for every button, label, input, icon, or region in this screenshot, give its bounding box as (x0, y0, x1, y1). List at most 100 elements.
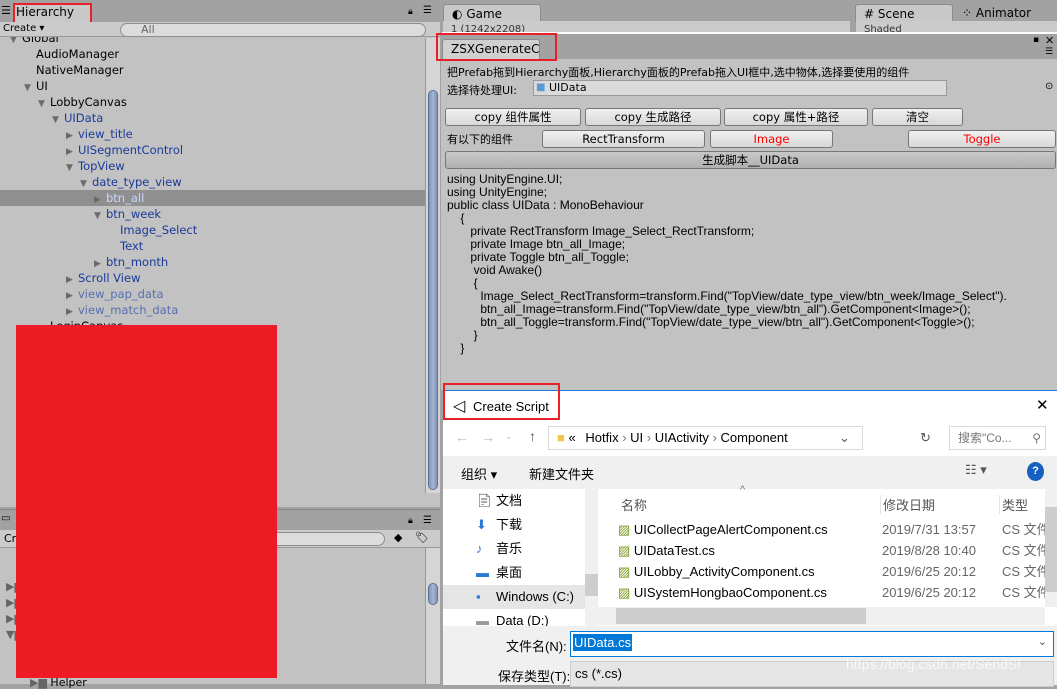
menu-icon[interactable]: ☰ (1045, 47, 1053, 57)
select-ui-label: 选择待处理UI: (447, 84, 518, 97)
project-scrollbar[interactable] (425, 548, 440, 684)
up-icon[interactable]: ↑ (529, 428, 536, 444)
file-row[interactable]: ▨ UIDataTest.cs 2019/8/28 10:40 CS 文件 (618, 540, 1045, 561)
nav-label: Data (D:) (496, 613, 549, 626)
scroll-thumb[interactable] (428, 90, 438, 490)
list-hscroll[interactable] (598, 607, 1045, 625)
hierarchy-item[interactable]: ▼ UI (0, 78, 425, 94)
hierarchy-item[interactable]: ▼ btn_week (0, 206, 425, 222)
filter-type-icon[interactable]: ◆ (394, 531, 402, 544)
scroll-thumb[interactable] (428, 583, 438, 605)
hierarchy-item[interactable]: ▶ view_title (0, 126, 425, 142)
filename-input[interactable]: UIData.cs ⌄ (570, 631, 1054, 657)
hierarchy-item[interactable]: ▼ LobbyCanvas (0, 94, 425, 110)
tag-icon[interactable]: 🏷︎ (415, 531, 429, 544)
hierarchy-item[interactable]: NativeManager (0, 62, 425, 78)
file-date: 2019/6/25 20:12 (882, 585, 976, 600)
forward-icon[interactable]: → (481, 429, 495, 445)
object-field[interactable]: ■ UIData (533, 80, 947, 96)
back-icon[interactable]: ← (455, 429, 469, 445)
nav-icon: ▪ (476, 589, 481, 604)
object-picker-icon[interactable]: ⊙ (1045, 81, 1053, 92)
lock-icon[interactable]: 🔒︎ (408, 516, 413, 526)
hierarchy-item[interactable]: ▶ UISegmentControl (0, 142, 425, 158)
nav-label: Windows (C:) (496, 589, 575, 604)
copy-props-button[interactable]: copy 组件属性 (445, 108, 581, 126)
hierarchy-item[interactable]: ▼ UIData (0, 110, 425, 126)
hierarchy-item[interactable]: ▶ view_match_data (0, 302, 425, 318)
hierarchy-scrollbar[interactable] (425, 38, 440, 493)
close-icon[interactable]: ✕ (1045, 34, 1054, 47)
component-toggle[interactable]: Toggle (908, 130, 1056, 148)
hierarchy-item-label: Text (120, 239, 144, 253)
create-dropdown[interactable]: Cr (4, 532, 16, 545)
list-vscroll[interactable] (1045, 489, 1057, 607)
hierarchy-item[interactable]: Text (0, 238, 425, 254)
hierarchy-item[interactable]: ▶ btn_month (0, 254, 425, 270)
close-icon[interactable]: ✕ (1036, 396, 1049, 414)
view-options-icon[interactable]: ☷ ▾ (965, 462, 987, 478)
project-search[interactable] (270, 532, 385, 546)
file-row[interactable]: ▨ UILobby_ActivityComponent.cs 2019/6/25 … (618, 561, 1045, 582)
help-icon[interactable]: ? (1027, 462, 1044, 481)
menu-icon[interactable]: ☰ (423, 5, 432, 16)
file-type: CS 文件 (1002, 543, 1045, 558)
col-date[interactable]: 修改日期 (880, 495, 935, 514)
search-input[interactable]: 搜索"Co... ⚲ (949, 426, 1046, 450)
hierarchy-item[interactable]: ▶ Scroll View (0, 270, 425, 286)
recent-dropdown-icon[interactable]: ⌄ (505, 431, 513, 442)
breadcrumb-ui[interactable]: UI (630, 430, 643, 445)
generate-script-button[interactable]: 生成脚本__UIData (445, 151, 1056, 169)
new-folder-button[interactable]: 新建文件夹 (529, 464, 594, 483)
breadcrumb-uiactivity[interactable]: UIActivity (655, 430, 709, 445)
hierarchy-item-label: AudioManager (36, 47, 120, 61)
copy-props-path-button[interactable]: copy 属性+路径 (724, 108, 868, 126)
watermark: https://blog.csdn.net/SendSI (846, 656, 1022, 672)
nav-item[interactable]: ▬ 桌面 (443, 561, 585, 585)
hierarchy-toolbar: Create ▾ All (0, 22, 440, 37)
component-recttransform[interactable]: RectTransform (542, 130, 705, 148)
tab-animator[interactable]: ⁘ Animator (962, 6, 1031, 20)
col-type[interactable]: 类型 (999, 495, 1028, 514)
col-name[interactable]: 名称 (621, 495, 647, 514)
file-row[interactable]: ▨ UICollectPageAlertComponent.cs 2019/7/3… (618, 519, 1045, 540)
nav-item[interactable]: ▬ Data (D:) (443, 609, 585, 626)
file-row[interactable]: ▨ UISystemHongbaoComponent.cs 2019/6/25 2… (618, 582, 1045, 603)
hierarchy-item[interactable]: ▼ date_type_view (0, 174, 425, 190)
hierarchy-item[interactable]: ▼ TopView (0, 158, 425, 174)
component-image[interactable]: Image (710, 130, 833, 148)
file-date: 2019/8/28 10:40 (882, 543, 976, 558)
lock-icon[interactable]: 🔒︎ (408, 7, 413, 17)
file-list: ▨ UICollectPageAlertComponent.cs 2019/7/3… (598, 519, 1045, 605)
tab-scene[interactable]: # Scene (855, 4, 953, 22)
clear-button[interactable]: 清空 (872, 108, 963, 126)
tab-game[interactable]: ◐ Game (443, 4, 541, 22)
hierarchy-item[interactable]: AudioManager (0, 46, 425, 62)
nav-scrollbar[interactable] (585, 489, 598, 626)
organize-menu[interactable]: 组织 ▾ (461, 464, 497, 483)
maximize-icon[interactable]: ▪ (1033, 35, 1039, 45)
breadcrumb-hotfix[interactable]: Hotfix (585, 430, 618, 445)
address-bar[interactable]: ■ « Hotfix › UI › UIActivity › Component… (548, 426, 863, 450)
breadcrumb-component[interactable]: Component (721, 430, 788, 445)
grid-icon: # (864, 7, 875, 21)
chevron-down-icon[interactable]: ⌄ (839, 427, 850, 449)
refresh-icon[interactable]: ↻ (920, 430, 931, 446)
nav-item[interactable]: ▪ Windows (C:) (443, 585, 585, 609)
hierarchy-search[interactable]: All (120, 23, 426, 37)
hierarchy-item[interactable]: Image_Select (0, 222, 425, 238)
hierarchy-item[interactable]: ▶ btn_all (0, 190, 425, 206)
nav-item[interactable]: 📄︎ 文档 (443, 489, 585, 513)
nav-label: 文档 (496, 493, 523, 508)
hierarchy-item[interactable]: ▼ Global (0, 37, 425, 46)
nav-item[interactable]: ⬇ 下载 (443, 513, 585, 537)
redaction-block (16, 325, 277, 678)
hierarchy-item[interactable]: ▶ view_pap_data (0, 286, 425, 302)
hierarchy-item-label: view_match_data (78, 303, 179, 317)
create-dropdown[interactable]: Create ▾ (3, 23, 44, 34)
hierarchy-item-label: date_type_view (92, 175, 182, 189)
copy-path-button[interactable]: copy 生成路径 (585, 108, 721, 126)
menu-icon[interactable]: ☰ (423, 515, 432, 526)
hierarchy-item-label: view_title (78, 127, 133, 141)
nav-item[interactable]: ♪ 音乐 (443, 537, 585, 561)
